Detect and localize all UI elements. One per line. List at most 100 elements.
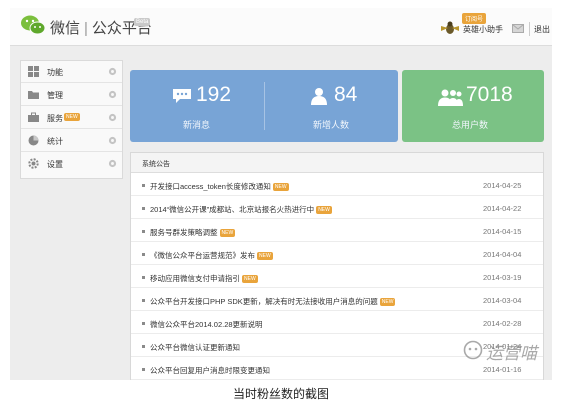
announcement-date: 2014-02-28 <box>483 319 522 328</box>
announcements-title: 系统公告 <box>142 161 170 168</box>
beta-badge: Beta <box>134 18 151 26</box>
brand-separator: | <box>84 20 88 37</box>
stat-total-users[interactable]: 7018 总用户数 <box>402 70 544 142</box>
logout-link[interactable]: 退出 <box>534 24 550 35</box>
announcement-title-text: 2014“微信公开课”成都站、北京站报名火热进行中 <box>150 205 315 214</box>
sidebar-item-manage[interactable]: 管理 <box>21 84 122 106</box>
announcements-header: 系统公告 <box>131 153 543 173</box>
announcement-date: 2014-04-25 <box>483 181 522 190</box>
new-badge: NEW <box>242 275 258 283</box>
sidebar-item-label: 设置 <box>47 160 63 169</box>
bullet-icon <box>142 322 145 325</box>
stats-divider <box>264 82 265 130</box>
announcement-row[interactable]: 公众平台开发接口PHP SDK更新，解决有时无法接收用户消息的问题 NEW 2014… <box>131 290 543 311</box>
sidebar-item-label: 管理 <box>47 91 63 100</box>
new-badge: NEW <box>219 229 236 237</box>
gear-icon <box>108 159 117 168</box>
announcement-title[interactable]: 服务号群发策略调整 NEW <box>150 227 236 238</box>
sidebar-item-services[interactable]: 服务 NEW <box>21 107 122 129</box>
announcement-title[interactable]: 公众平台微信认证更新通知 <box>150 342 240 353</box>
top-header: 微信 | 公众平台 Beta 订阅号 英雄小助手 退出 <box>10 8 552 46</box>
new-badge: NEW <box>316 206 332 214</box>
users-group-icon <box>438 89 463 106</box>
new-badge: NEW <box>64 113 80 121</box>
watermark-text: 运营喵 <box>486 344 537 363</box>
announcement-title-text: 《微信公众平台运营规范》发布 <box>150 251 255 260</box>
messages-count: 192 <box>196 83 232 106</box>
announcement-date: 2014-01-16 <box>483 365 522 374</box>
bullet-icon <box>142 368 145 371</box>
announcement-row[interactable]: 移动应用微信支付申请指引 NEW 2014-03-19 <box>131 267 543 288</box>
chat-bubble-icon <box>173 89 191 103</box>
sidebar-item-label: 功能 <box>47 68 63 77</box>
total-users-count: 7018 <box>466 83 513 106</box>
grid-icon <box>28 66 39 77</box>
announcement-title[interactable]: 2014“微信公开课”成都站、北京站报名火热进行中 NEW <box>150 204 332 215</box>
messages-label: 新消息 <box>183 120 211 130</box>
gear-icon <box>108 113 117 122</box>
announcement-date: 2014-03-04 <box>483 296 522 305</box>
brand-name: 微信 <box>50 20 81 37</box>
folder-icon <box>28 91 39 99</box>
announcement-date: 2014-04-22 <box>483 204 522 213</box>
announcement-title[interactable]: 微信公众平台2014.02.28更新说明 <box>150 319 263 330</box>
pie-chart-icon <box>28 135 39 146</box>
watermark: 运营喵 <box>462 338 552 364</box>
announcement-row[interactable]: 微信公众平台2014.02.28更新说明 2014-02-28 <box>131 313 543 334</box>
announcement-row[interactable]: 2014“微信公开课”成都站、北京站报名火热进行中 NEW 2014-04-22 <box>131 198 543 219</box>
sidebar-item-label: 服务 <box>47 114 63 123</box>
new-followers-count: 84 <box>334 83 358 106</box>
mail-icon[interactable] <box>512 24 524 33</box>
announcement-row[interactable]: 服务号群发策略调整 NEW 2014-04-15 <box>131 221 543 242</box>
avatar[interactable] <box>440 20 460 36</box>
gear-icon <box>108 136 117 145</box>
announcement-title[interactable]: 开发接口access_token长度修改通知 NEW <box>150 181 289 192</box>
bullet-icon <box>142 345 145 348</box>
new-badge: NEW <box>272 183 289 191</box>
username[interactable]: 英雄小助手 <box>463 24 503 35</box>
announcement-date: 2014-04-15 <box>483 227 522 236</box>
sidebar-item-settings[interactable]: 设置 <box>21 153 122 175</box>
announcement-title[interactable]: 移动应用微信支付申请指引 NEW <box>150 273 258 284</box>
announcement-title[interactable]: 《微信公众平台运营规范》发布 NEW <box>150 250 273 261</box>
briefcase-icon <box>28 112 39 122</box>
new-badge: NEW <box>379 298 396 306</box>
announcement-title-text: 公众平台微信认证更新通知 <box>150 343 240 352</box>
bullet-icon <box>142 276 145 279</box>
announcement-title-text: 微信公众平台2014.02.28更新说明 <box>150 320 263 329</box>
announcement-title[interactable]: 公众平台开发接口PHP SDK更新，解决有时无法接收用户消息的问题 NEW <box>150 296 396 307</box>
announcement-row[interactable]: 开发接口access_token长度修改通知 NEW 2014-04-25 <box>131 175 543 196</box>
announcement-date: 2014-03-19 <box>483 273 522 282</box>
announcement-title-text: 移动应用微信支付申请指引 <box>150 274 240 283</box>
bullet-icon <box>142 299 145 302</box>
sidebar-item-statistics[interactable]: 统计 <box>21 130 122 152</box>
stats-card-messages-and-followers: 192 新消息 84 新增人数 <box>130 70 398 142</box>
screenshot-frame: 微信 | 公众平台 Beta 订阅号 英雄小助手 退出 功能 管理 服务 NEW… <box>10 8 552 380</box>
announcement-title-text: 服务号群发策略调整 <box>150 228 218 237</box>
announcement-date: 2014-04-04 <box>483 250 522 259</box>
sidebar-item-functions[interactable]: 功能 <box>21 61 122 83</box>
sidebar-item-label: 统计 <box>47 137 63 146</box>
person-icon <box>311 88 327 105</box>
total-users-label: 总用户数 <box>452 120 489 130</box>
image-caption: 当时粉丝数的截图 <box>232 387 329 401</box>
settings-icon <box>28 158 39 169</box>
announcement-title-text: 开发接口access_token长度修改通知 <box>150 182 271 191</box>
bullet-icon <box>142 230 145 233</box>
bullet-icon <box>142 184 145 187</box>
bullet-icon <box>142 253 145 256</box>
subscription-badge: 订阅号 <box>462 13 487 24</box>
announcement-row[interactable]: 《微信公众平台运营规范》发布 NEW 2014-04-04 <box>131 244 543 265</box>
wechat-logo-icon <box>21 15 46 35</box>
announcement-title-text: 公众平台开发接口PHP SDK更新，解决有时无法接收用户消息的问题 <box>150 297 378 306</box>
bullet-icon <box>142 207 145 210</box>
new-followers-label: 新增人数 <box>313 120 350 130</box>
announcement-title-text: 公众平台回复用户消息时限变更通知 <box>150 366 270 375</box>
gear-icon <box>108 67 117 76</box>
new-badge: NEW <box>257 252 273 260</box>
announcement-title[interactable]: 公众平台回复用户消息时限变更通知 <box>150 365 270 376</box>
sidebar: 功能 管理 服务 NEW 统计 设置 <box>20 60 123 179</box>
gear-icon <box>108 90 117 99</box>
header-divider <box>529 22 530 36</box>
watermark-logo-icon <box>463 340 483 360</box>
